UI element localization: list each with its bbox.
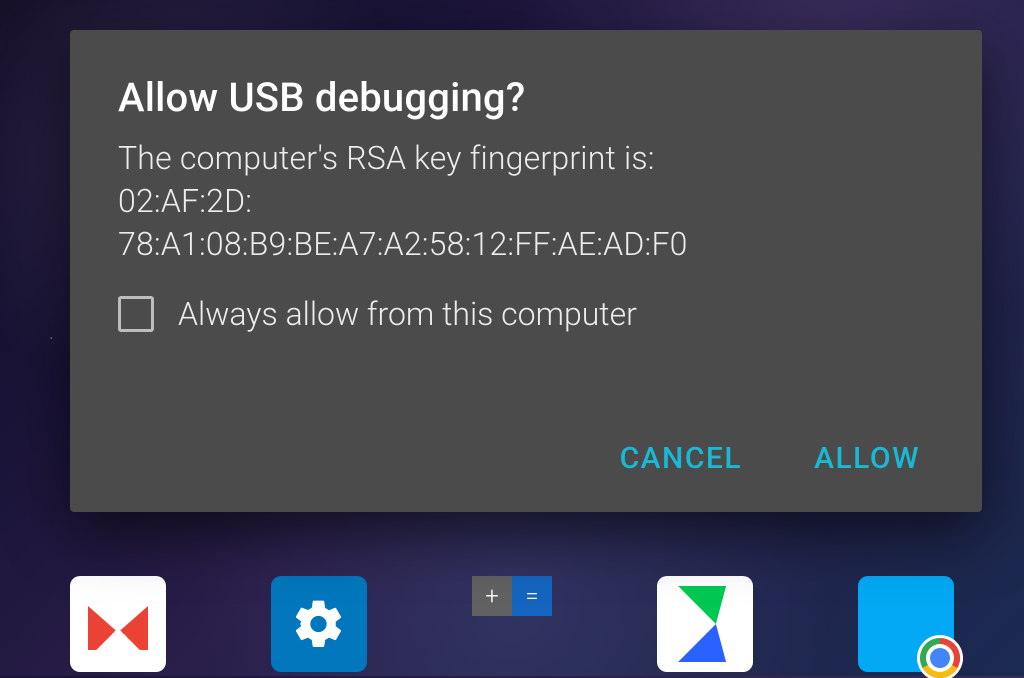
dock: + = [0, 566, 1024, 676]
dialog-title: Allow USB debugging? [118, 74, 934, 121]
allow-button[interactable]: ALLOW [810, 433, 924, 484]
gear-icon [271, 576, 367, 672]
settings-app-icon[interactable] [271, 576, 367, 672]
fingerprint-line-2: 78:A1:08:B9:BE:A7:A2:58:12:FF:AE:AD:F0 [118, 225, 688, 263]
calculator-app-icon[interactable]: + = [472, 576, 552, 616]
chrome-icon [920, 638, 960, 678]
play-store-app-icon[interactable] [657, 576, 753, 672]
dialog-actions: CANCEL ALLOW [118, 433, 934, 484]
cancel-button[interactable]: CANCEL [616, 433, 747, 484]
plus-icon: + [472, 576, 512, 616]
fingerprint-intro: The computer's RSA key fingerprint is: [118, 139, 655, 177]
always-allow-label: Always allow from this computer [178, 295, 637, 333]
dialog-body: The computer's RSA key fingerprint is: 0… [118, 137, 934, 267]
always-allow-row[interactable]: Always allow from this computer [118, 295, 934, 333]
app-icon-with-chrome-badge[interactable] [858, 576, 954, 672]
always-allow-checkbox[interactable] [118, 296, 154, 332]
equals-icon: = [512, 576, 552, 616]
gmail-app-icon[interactable] [70, 576, 166, 672]
fingerprint-line-1: 02:AF:2D: [118, 182, 252, 220]
usb-debugging-dialog: Allow USB debugging? The computer's RSA … [70, 30, 982, 512]
